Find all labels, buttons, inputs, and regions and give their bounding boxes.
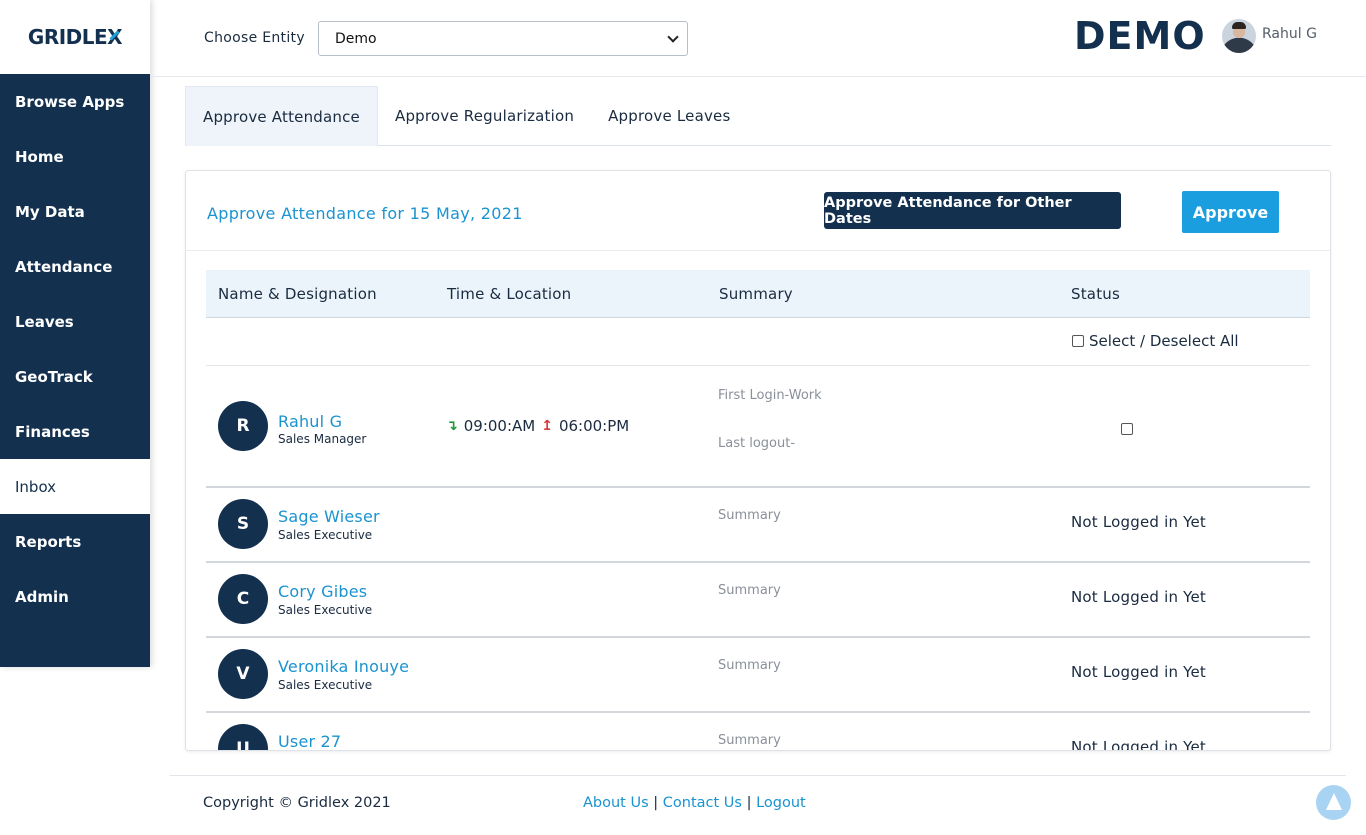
entity-select-value: Demo — [335, 30, 377, 47]
contact-us-link[interactable]: Contact Us — [663, 795, 742, 811]
summary-first-login: First Login-Work — [718, 388, 822, 403]
select-all-label: Select / Deselect All — [1089, 332, 1239, 350]
row-select-checkbox[interactable] — [1121, 423, 1133, 435]
employee-name-link[interactable]: Sage Wieser — [278, 507, 380, 526]
sidebar-item-browse-apps[interactable]: Browse Apps — [0, 74, 150, 129]
employee-avatar: S — [218, 499, 268, 549]
employee-designation: Sales Executive — [278, 603, 373, 617]
scroll-to-top-button[interactable] — [1316, 785, 1351, 820]
login-times: ↴ 09:00:AM ↥ 06:00:PM — [446, 417, 629, 435]
top-header: Choose Entity Demo DEMO Rahul G — [150, 0, 1366, 77]
footer-separator: | — [741, 795, 757, 811]
employee-avatar: U — [218, 724, 268, 750]
table-row: V Veronika Inouye Sales Executive Summar… — [206, 638, 1310, 713]
header-name-designation: Name & Designation — [218, 285, 377, 303]
tab-approve-regularization[interactable]: Approve Regularization — [378, 86, 591, 146]
table-row: U User 27 Summary Not Logged in Yet — [206, 713, 1310, 751]
user-name[interactable]: Rahul G — [1262, 26, 1317, 42]
employee-avatar: V — [218, 649, 268, 699]
select-all-control[interactable]: Select / Deselect All — [1072, 332, 1239, 350]
summary-text: Summary — [718, 583, 781, 598]
select-all-row: Select / Deselect All — [206, 318, 1310, 366]
table-row: C Cory Gibes Sales Executive Summary Not… — [206, 563, 1310, 638]
sidebar-item-finances[interactable]: Finances — [0, 404, 150, 459]
employee-avatar: R — [218, 401, 268, 451]
logout-link[interactable]: Logout — [756, 795, 806, 811]
employee-avatar: C — [218, 574, 268, 624]
employee-designation: Sales Manager — [278, 432, 367, 446]
time-out: 06:00:PM — [558, 417, 630, 435]
logo-container: GRIDLEX — [0, 0, 150, 74]
sidebar-item-reports[interactable]: Reports — [0, 514, 150, 569]
about-us-link[interactable]: About Us — [583, 795, 649, 811]
sidebar-item-attendance[interactable]: Attendance — [0, 239, 150, 294]
summary-text: Summary — [718, 733, 781, 748]
table-header: Name & Designation Time & Location Summa… — [206, 270, 1310, 318]
summary-text: Summary — [718, 658, 781, 673]
sidebar-item-inbox[interactable]: Inbox — [0, 459, 150, 514]
sidebar: GRIDLEX Browse Apps Home My Data Attenda… — [0, 0, 150, 667]
header-time-location: Time & Location — [447, 285, 572, 303]
summary-last-logout: Last logout- — [718, 436, 796, 451]
tab-approve-attendance[interactable]: Approve Attendance — [185, 86, 378, 146]
sidebar-item-geotrack[interactable]: GeoTrack — [0, 349, 150, 404]
table-row: S Sage Wieser Sales Executive Summary No… — [206, 488, 1310, 563]
footer-divider — [170, 775, 1346, 776]
employee-name-link[interactable]: Cory Gibes — [278, 582, 367, 601]
attendance-card: Approve Attendance for 15 May, 2021 Appr… — [185, 170, 1331, 751]
logout-arrow-icon: ↥ — [541, 418, 553, 434]
login-arrow-icon: ↴ — [446, 418, 458, 434]
approve-other-dates-button[interactable]: Approve Attendance for Other Dates — [824, 192, 1121, 229]
employee-designation: Sales Executive — [278, 528, 373, 542]
footer-separator: | — [648, 795, 663, 811]
status-text: Not Logged in Yet — [1071, 663, 1207, 681]
sidebar-item-leaves[interactable]: Leaves — [0, 294, 150, 349]
time-in: 09:00:AM — [463, 417, 536, 435]
employee-name-link[interactable]: User 27 — [278, 732, 341, 750]
arrow-up-icon — [1325, 793, 1342, 810]
status-text: Not Logged in Yet — [1071, 738, 1207, 751]
gridlex-logo[interactable]: GRIDLEX — [28, 25, 123, 49]
company-brand: DEMO — [1074, 14, 1206, 58]
status-text: Not Logged in Yet — [1071, 588, 1207, 606]
sidebar-item-admin[interactable]: Admin — [0, 569, 150, 624]
entity-select[interactable]: Demo — [318, 21, 688, 56]
sidebar-item-home[interactable]: Home — [0, 129, 150, 184]
attendance-table: Name & Designation Time & Location Summa… — [206, 270, 1310, 751]
table-row: R Rahul G Sales Manager ↴ 09:00:AM ↥ 06:… — [206, 366, 1310, 488]
card-title: Approve Attendance for 15 May, 2021 — [207, 204, 523, 223]
approval-tabs: Approve Attendance Approve Regularizatio… — [185, 86, 1331, 146]
card-header: Approve Attendance for 15 May, 2021 Appr… — [186, 171, 1330, 251]
footer-links: About Us | Contact Us | Logout — [583, 795, 806, 811]
header-status: Status — [1071, 285, 1120, 303]
employee-name-link[interactable]: Rahul G — [278, 412, 342, 431]
header-summary: Summary — [719, 285, 793, 303]
user-avatar[interactable] — [1222, 19, 1256, 53]
employee-name-link[interactable]: Veronika Inouye — [278, 657, 409, 676]
sidebar-item-my-data[interactable]: My Data — [0, 184, 150, 239]
approve-button[interactable]: Approve — [1182, 191, 1279, 233]
status-text: Not Logged in Yet — [1071, 513, 1207, 531]
choose-entity-label: Choose Entity — [204, 30, 305, 46]
select-all-checkbox[interactable] — [1072, 335, 1084, 347]
tab-approve-leaves[interactable]: Approve Leaves — [591, 86, 747, 146]
summary-text: Summary — [718, 508, 781, 523]
copyright-text: Copyright © Gridlex 2021 — [203, 795, 391, 811]
employee-designation: Sales Executive — [278, 678, 373, 692]
chevron-down-icon — [667, 30, 679, 43]
